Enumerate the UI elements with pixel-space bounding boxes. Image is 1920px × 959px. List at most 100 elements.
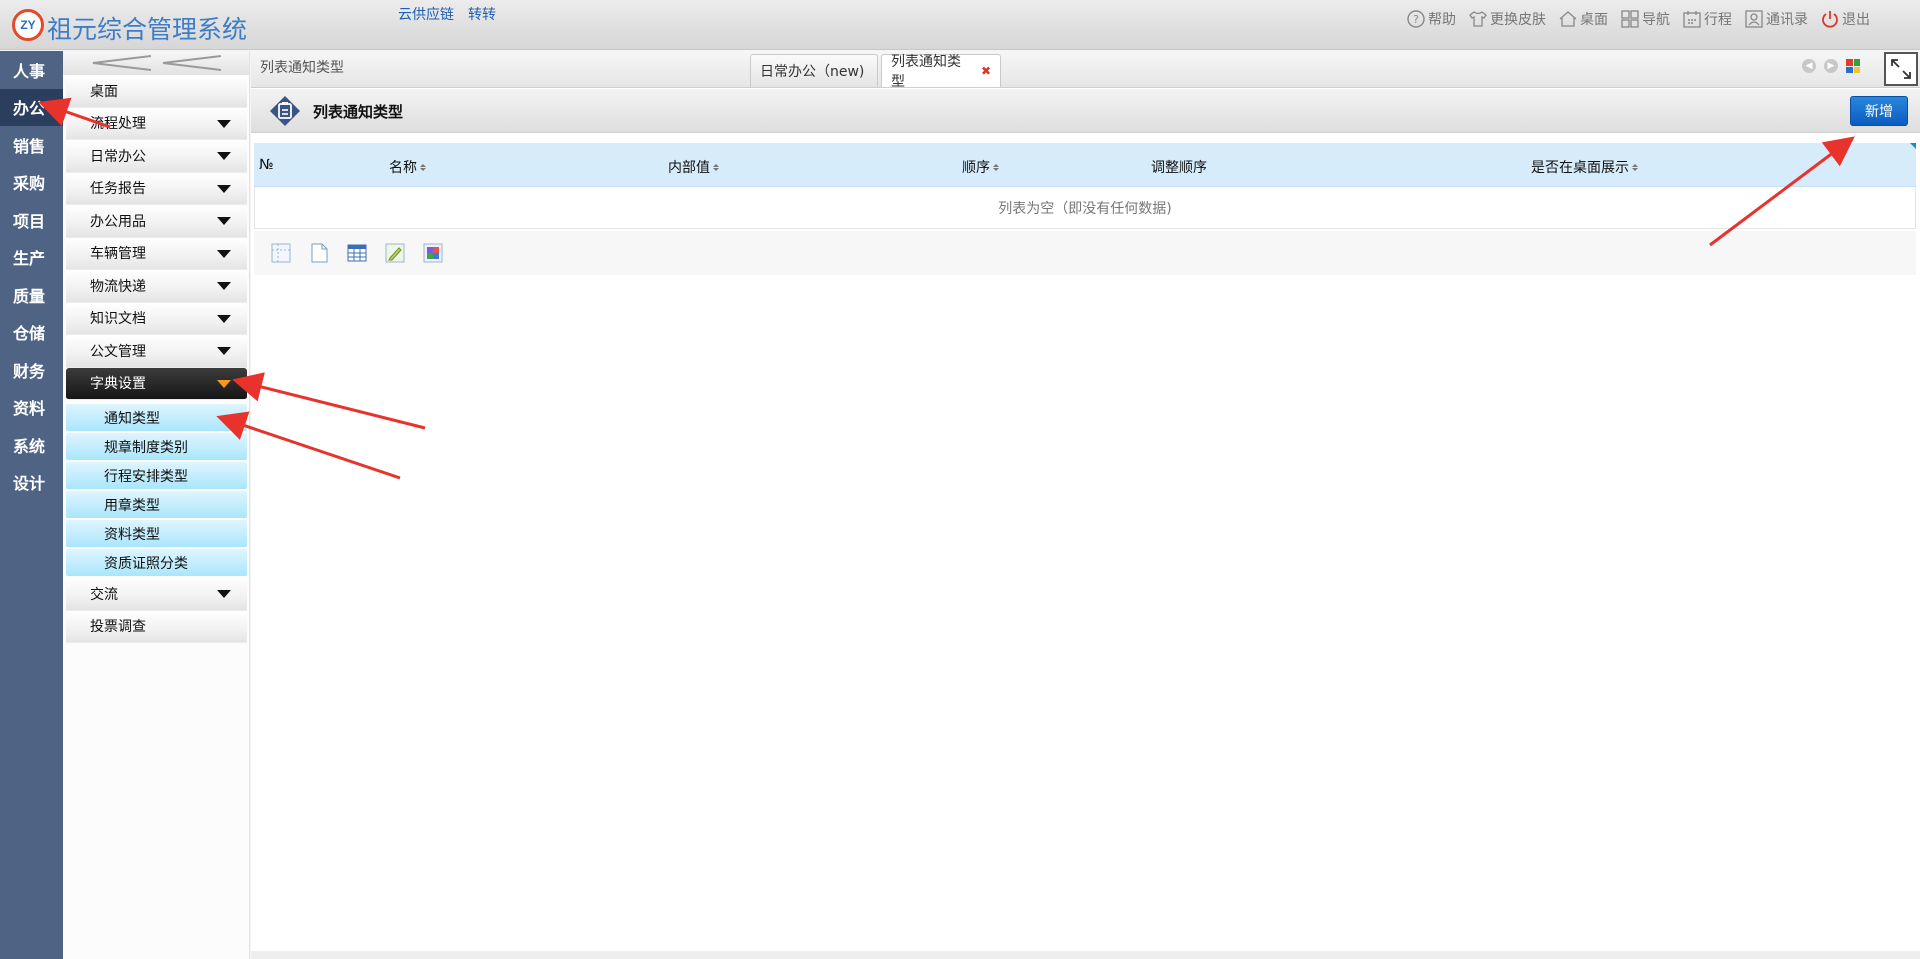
sidebar-item-desktop[interactable]: 桌面 xyxy=(66,75,247,108)
sidebar-item-label: 流程处理 xyxy=(90,116,146,133)
bottom-strip xyxy=(251,951,1920,959)
caret-down-icon xyxy=(217,347,231,355)
rail-item-production[interactable]: 生产 xyxy=(0,239,63,277)
caret-down-icon xyxy=(217,314,231,323)
caret-down-icon xyxy=(217,379,231,388)
contacts-label: 通讯录 xyxy=(1766,12,1808,28)
sidebar-item-label: 任务报告 xyxy=(90,181,146,198)
logo-icon: ZY xyxy=(12,9,44,41)
sidebar-item-daily-office[interactable]: 日常办公 xyxy=(66,140,247,173)
navigation-button[interactable]: 导航 xyxy=(1620,8,1670,30)
column-header-show-on-desktop[interactable]: 是否在桌面展示 xyxy=(1531,157,1638,177)
grid-icon xyxy=(1620,9,1640,29)
calendar-icon xyxy=(1682,9,1702,29)
rail-item-quality[interactable]: 质量 xyxy=(0,276,63,314)
sidebar-item-label: 桌面 xyxy=(90,83,118,100)
tab-notice-type-list[interactable]: 列表通知类型 ✖ xyxy=(881,54,1001,90)
rail-item-project[interactable]: 项目 xyxy=(0,201,63,239)
sidebar-item-voting[interactable]: 投票调查 xyxy=(66,610,247,643)
edit-pencil-icon[interactable] xyxy=(382,240,408,266)
link-cloud-supply-chain[interactable]: 云供应链 xyxy=(398,4,454,24)
sub-item-certificate-category[interactable]: 资质证照分类 xyxy=(66,549,247,576)
change-skin-label: 更换皮肤 xyxy=(1490,12,1546,28)
grid-header: № 名称 内部值 顺序 调整顺序 是否在桌面展示 xyxy=(254,143,1916,187)
rail-item-design[interactable]: 设计 xyxy=(0,464,63,502)
column-header-internal-value[interactable]: 内部值 xyxy=(668,157,719,177)
sidebar-item-dictionary[interactable]: 字典设置 xyxy=(66,367,247,400)
sub-item-schedule-type[interactable]: 行程安排类型 xyxy=(66,462,247,489)
sort-icon xyxy=(420,163,426,171)
link-zhuanzhuan[interactable]: 转转 xyxy=(468,4,496,24)
logout-label: 退出 xyxy=(1842,12,1870,28)
sort-icon xyxy=(713,163,719,171)
sidebar-item-label: 车辆管理 xyxy=(90,246,146,263)
sub-item-seal-type[interactable]: 用章类型 xyxy=(66,491,247,518)
caret-down-icon xyxy=(217,184,231,193)
grid-toolbar xyxy=(254,231,1916,275)
sidebar-item-knowledge[interactable]: 知识文档 xyxy=(66,302,247,335)
column-label: № xyxy=(259,157,274,173)
sub-item-regulation-category[interactable]: 规章制度类别 xyxy=(66,433,247,460)
sidebar-item-label: 公文管理 xyxy=(90,343,146,360)
sidebar-item-communication[interactable]: 交流 xyxy=(66,578,247,611)
column-label: 顺序 xyxy=(962,160,990,176)
sidebar-item-label: 办公用品 xyxy=(90,213,146,230)
rail-item-sales[interactable]: 销售 xyxy=(0,126,63,164)
maximize-button[interactable] xyxy=(1884,52,1918,86)
rail-item-hr[interactable]: 人事 xyxy=(0,51,63,89)
column-header-order[interactable]: 顺序 xyxy=(962,157,999,177)
sidebar-item-workflow[interactable]: 流程处理 xyxy=(66,107,247,140)
close-icon[interactable]: ✖ xyxy=(981,64,991,78)
top-header: ZY 祖元综合管理系统 云供应链 转转 ? 帮助 更换皮肤 桌面 导航 行程 通… xyxy=(0,0,1920,50)
grid-empty-message: 列表为空（即没有任何数据) xyxy=(254,187,1916,229)
sidebar-item-task-report[interactable]: 任务报告 xyxy=(66,172,247,205)
logout-button[interactable]: 退出 xyxy=(1820,8,1870,30)
caret-down-icon xyxy=(217,217,231,225)
sidebar-item-office-supplies[interactable]: 办公用品 xyxy=(66,205,247,238)
sidebar-item-documents[interactable]: 公文管理 xyxy=(66,335,247,368)
rail-item-materials[interactable]: 资料 xyxy=(0,389,63,427)
add-button[interactable]: 新增 xyxy=(1850,96,1908,126)
desktop-button[interactable]: 桌面 xyxy=(1558,8,1608,30)
data-grid: № 名称 内部值 顺序 调整顺序 是否在桌面展示 列表为空（即没有任何数据) xyxy=(254,143,1916,229)
rail-item-warehouse[interactable]: 仓储 xyxy=(0,314,63,352)
table-icon[interactable] xyxy=(344,240,370,266)
blank-page-icon[interactable] xyxy=(306,240,332,266)
sidebar-collapse-button[interactable] xyxy=(63,51,249,75)
sub-item-material-type[interactable]: 资料类型 xyxy=(66,520,247,547)
caret-down-icon xyxy=(217,282,231,290)
sidebar-item-vehicles[interactable]: 车辆管理 xyxy=(66,237,247,270)
sub-item-notice-type[interactable]: 通知类型 xyxy=(66,404,247,431)
rail-item-finance[interactable]: 财务 xyxy=(0,351,63,389)
sort-icon xyxy=(993,163,999,171)
caret-down-icon xyxy=(217,119,231,128)
tab-daily-office[interactable]: 日常办公（new) xyxy=(750,54,878,87)
caret-down-icon xyxy=(217,590,231,598)
color-theme-icon[interactable] xyxy=(1846,59,1860,73)
puzzle-icon[interactable] xyxy=(420,240,446,266)
help-button[interactable]: ? 帮助 xyxy=(1406,8,1456,30)
help-icon: ? xyxy=(1406,9,1426,29)
column-header-name[interactable]: 名称 xyxy=(389,157,426,177)
contacts-button[interactable]: 通讯录 xyxy=(1744,8,1808,30)
sidebar-item-logistics[interactable]: 物流快递 xyxy=(66,270,247,303)
tab-scroll-right-icon[interactable]: ▶ xyxy=(1824,59,1838,73)
power-icon xyxy=(1820,9,1840,29)
tab-bar: 列表通知类型 日常办公（new) 列表通知类型 ✖ ◀ ▶ xyxy=(251,51,1920,90)
schedule-button[interactable]: 行程 xyxy=(1682,8,1732,30)
sidebar-item-label: 交流 xyxy=(90,586,118,603)
sidebar-item-label: 字典设置 xyxy=(90,376,146,393)
rail-item-purchase[interactable]: 采购 xyxy=(0,164,63,202)
change-skin-button[interactable]: 更换皮肤 xyxy=(1468,8,1546,30)
tab-scroll-left-icon[interactable]: ◀ xyxy=(1802,59,1816,73)
column-label: 内部值 xyxy=(668,160,710,176)
column-label: 调整顺序 xyxy=(1151,160,1207,176)
svg-text:?: ? xyxy=(1413,13,1419,26)
rail-item-system[interactable]: 系统 xyxy=(0,426,63,464)
help-label: 帮助 xyxy=(1428,12,1456,28)
select-columns-icon[interactable] xyxy=(268,240,294,266)
sidebar-item-label: 知识文档 xyxy=(90,311,146,328)
rail-item-office[interactable]: 办公 xyxy=(0,88,63,126)
caret-down-icon xyxy=(217,152,231,160)
column-label: 名称 xyxy=(389,160,417,176)
